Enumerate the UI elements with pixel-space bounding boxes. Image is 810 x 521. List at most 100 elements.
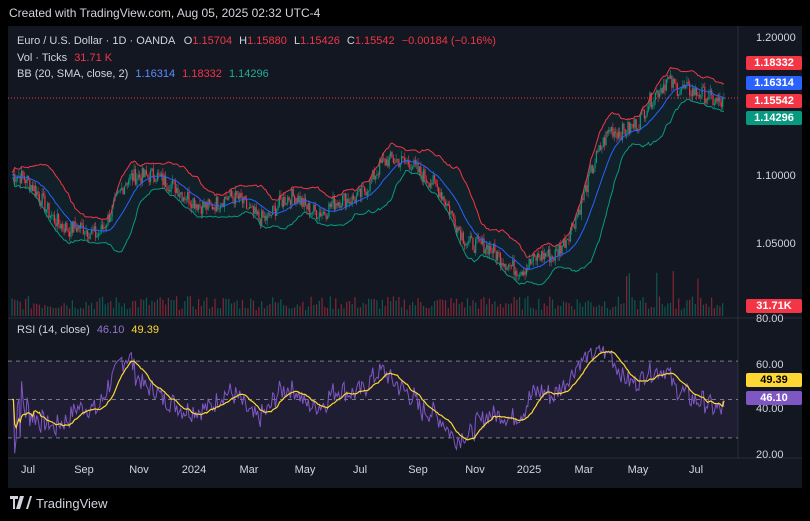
volume-bar xyxy=(299,306,301,316)
candle-body xyxy=(299,195,301,205)
volume-bar xyxy=(47,306,49,316)
candle-body xyxy=(26,175,28,184)
volume-bar xyxy=(439,299,441,316)
volume-bar xyxy=(645,302,647,316)
volume-bar xyxy=(19,301,21,316)
ohlc-change: −0.00184 (−0.16%) xyxy=(401,35,496,47)
volume-bar xyxy=(516,299,518,316)
candle-body xyxy=(534,254,536,257)
candle-body xyxy=(616,133,618,139)
volume-bar xyxy=(219,308,222,316)
volume-bar xyxy=(214,298,216,316)
candle-body xyxy=(99,233,101,235)
chart-panel[interactable]: Euro / U.S. Dollar · 1D · OANDA O1.15704… xyxy=(8,26,802,488)
candle-body xyxy=(359,188,362,197)
volume-bar xyxy=(401,307,403,316)
candle-body xyxy=(208,199,211,203)
candle-body xyxy=(185,199,187,201)
candle-body xyxy=(663,84,665,93)
candle-body xyxy=(163,175,165,185)
candle-body xyxy=(320,212,322,217)
candle-body xyxy=(215,196,218,212)
volume-bar xyxy=(409,305,411,316)
footer-brand: TradingView xyxy=(10,494,108,514)
volume-bar xyxy=(71,300,73,316)
volume-bar xyxy=(16,300,19,316)
close-price-box: 1.15542 xyxy=(746,94,802,108)
rsi-tick-label: 60.00 xyxy=(756,359,784,371)
volume-bar xyxy=(562,301,565,316)
candle-body xyxy=(37,191,39,195)
candle-body xyxy=(532,254,534,262)
ohlc-o-value: 1.15704 xyxy=(192,35,233,47)
candle-body xyxy=(667,77,669,80)
volume-price-box: 31.71K xyxy=(746,299,802,313)
candle-body xyxy=(652,105,654,108)
candle-body xyxy=(429,183,432,188)
volume-bar xyxy=(464,307,466,316)
candle-body xyxy=(182,197,185,202)
candle-body xyxy=(653,100,655,106)
volume-bar xyxy=(82,308,84,316)
volume-bar xyxy=(208,308,211,316)
candle-body xyxy=(174,180,176,193)
candle-body xyxy=(527,268,529,269)
volume-bar xyxy=(167,297,169,316)
candle-body xyxy=(247,208,249,210)
candle-body xyxy=(340,205,342,208)
candle-body xyxy=(608,129,610,133)
candle-body xyxy=(167,189,169,191)
candle-body xyxy=(660,88,662,94)
candle-body xyxy=(176,188,178,193)
candle-body xyxy=(529,258,532,264)
candle-body xyxy=(609,129,611,132)
ohlc-c-value: 1.15542 xyxy=(354,35,395,47)
candle-body xyxy=(392,157,394,163)
candle-body xyxy=(339,202,341,208)
candle-body xyxy=(632,124,635,128)
candle-body xyxy=(443,196,445,202)
candle-body xyxy=(691,88,694,97)
candle-body xyxy=(656,90,658,93)
candle-body xyxy=(342,195,344,206)
candle-body xyxy=(405,161,407,163)
volume-bar xyxy=(442,299,444,316)
candle-body xyxy=(523,271,525,276)
volume-bar xyxy=(304,309,307,316)
candle-body xyxy=(49,215,52,218)
volume-bar xyxy=(326,307,329,316)
candle-body xyxy=(568,239,570,242)
volume-bar xyxy=(272,297,274,316)
candle-body xyxy=(288,197,290,201)
candle-body xyxy=(332,196,334,204)
volume-bar xyxy=(532,308,534,316)
volume-bar xyxy=(321,297,323,316)
candle-body xyxy=(466,243,469,245)
volume-bar xyxy=(33,303,35,316)
chart-canvas[interactable] xyxy=(8,26,802,488)
candle-body xyxy=(664,84,666,91)
candle-body xyxy=(104,226,106,228)
volume-bar xyxy=(244,307,246,316)
candle-body xyxy=(143,168,145,178)
volume-bar xyxy=(252,300,255,316)
candle-body xyxy=(705,98,707,104)
candle-body xyxy=(643,110,646,119)
candle-body xyxy=(645,115,647,119)
candle-body xyxy=(281,199,283,207)
candle-body xyxy=(344,193,346,208)
volume-bar xyxy=(112,307,115,316)
volume-bar xyxy=(162,299,164,316)
volume-bar xyxy=(52,307,54,316)
candle-body xyxy=(186,192,189,200)
volume-bar xyxy=(642,297,644,316)
candle-body xyxy=(720,102,722,107)
candle-body xyxy=(579,209,581,215)
candle-body xyxy=(248,206,250,209)
volume-bar xyxy=(329,296,331,316)
candle-body xyxy=(377,174,379,176)
candle-body xyxy=(410,169,412,170)
volume-bar xyxy=(203,300,205,316)
volume-bar xyxy=(398,296,400,316)
candle-body xyxy=(304,198,307,205)
